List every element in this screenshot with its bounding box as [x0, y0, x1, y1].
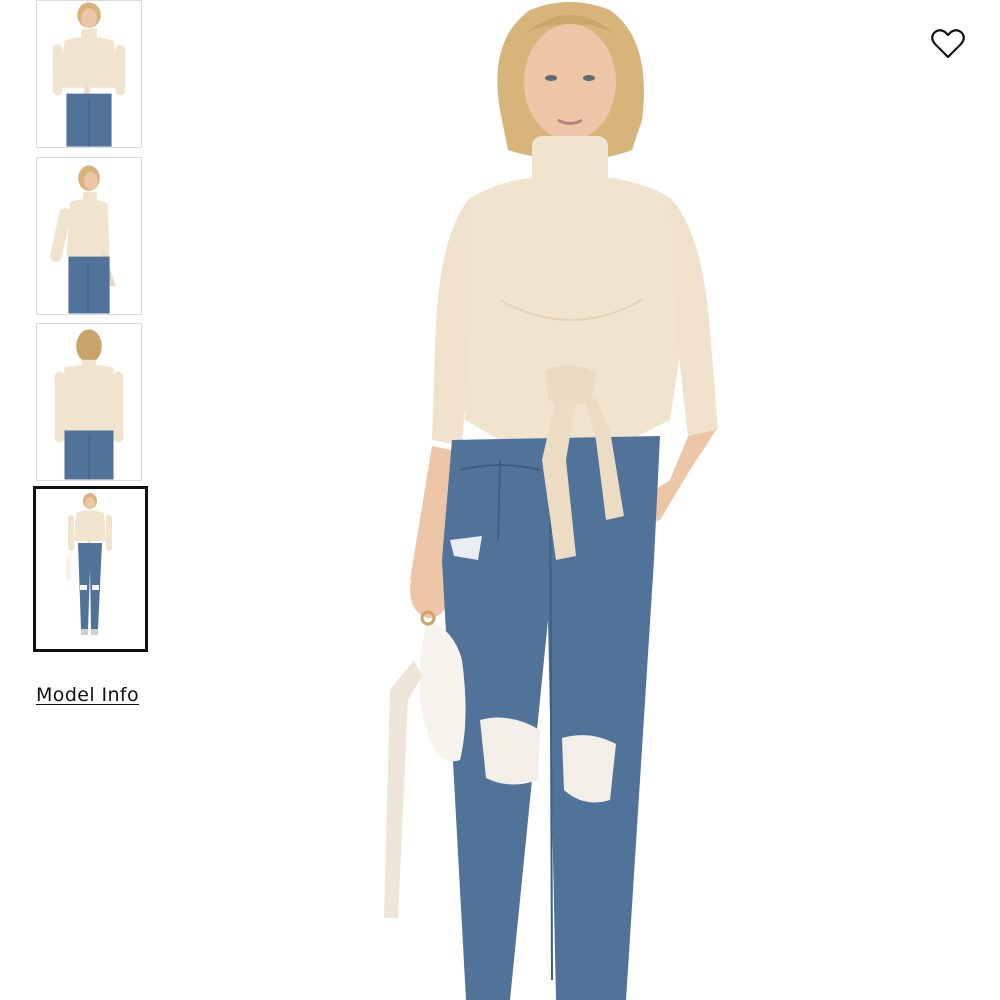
model-photo — [384, 2, 718, 1000]
thumbnail-image — [36, 489, 145, 649]
thumbnail-side[interactable] — [36, 157, 142, 315]
thumbnail-image — [37, 1, 141, 147]
thumbnail-image — [37, 158, 141, 314]
wishlist-heart-icon[interactable] — [930, 28, 966, 60]
thumbnail-image — [37, 324, 141, 480]
thumbnail-back[interactable] — [36, 323, 142, 481]
thumbnail-front-tie[interactable] — [36, 0, 142, 148]
heart-outline-icon — [931, 29, 965, 59]
main-product-image[interactable] — [370, 0, 770, 1000]
model-info-link[interactable]: Model Info — [36, 684, 139, 706]
thumbnail-full-length[interactable] — [33, 486, 148, 652]
